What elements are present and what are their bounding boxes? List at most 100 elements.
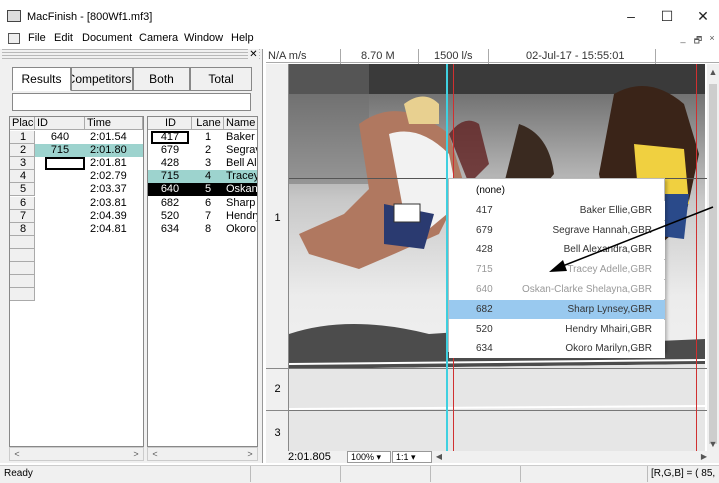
competitor-id-cell[interactable]: 428 [148, 157, 192, 171]
scroll-right-icon[interactable]: > [129, 448, 143, 460]
mdi-close-icon[interactable]: × [705, 33, 719, 45]
tab-results[interactable]: Results [12, 67, 71, 91]
lane-cell[interactable]: 6 [192, 196, 224, 210]
lane-label: 1 [274, 212, 281, 224]
place-cell: 5 [10, 183, 35, 197]
pointer-arrow [545, 205, 715, 275]
dropdown-item-id: 715 [476, 264, 493, 276]
document-icon[interactable] [8, 33, 20, 44]
id-cell[interactable]: 715 [35, 144, 85, 158]
time-cell[interactable]: 2:02.79 [85, 170, 143, 184]
menu-camera[interactable]: Camera [139, 32, 178, 44]
results-table: PlaceIDTime 16402:01.54 27152:01.80 3 2:01.8… [9, 116, 144, 447]
lane-cell[interactable]: 8 [192, 222, 224, 236]
menu-document[interactable]: Document [82, 32, 132, 44]
dropdown-item[interactable]: 634 Okoro Marilyn,GBR [449, 339, 665, 359]
lane-cell[interactable]: 2 [192, 144, 224, 158]
column-header[interactable]: ID [35, 117, 85, 130]
competitor-id-cell[interactable]: 520 [148, 209, 192, 223]
name-cell[interactable]: Hendry Mhairi,GBR [224, 209, 257, 223]
menu-edit[interactable]: Edit [54, 32, 73, 44]
column-header[interactable]: Lane [192, 117, 224, 130]
place-cell: 2 [10, 144, 35, 158]
tab-total[interactable]: Total [190, 67, 252, 91]
dropdown-item-none[interactable]: (none) [449, 181, 665, 200]
dropdown-item-name: Sharp Lynsey,GBR [567, 303, 652, 315]
time-cell[interactable]: 2:03.37 [85, 183, 143, 197]
name-cell[interactable]: Okoro Marilyn,GBR [224, 222, 257, 236]
mdi-restore-icon[interactable]: 🗗 [691, 33, 705, 45]
speed-readout: N/A m/s [268, 50, 307, 62]
time-cell[interactable]: 2:01.54 [85, 131, 143, 144]
mdi-minimize-icon[interactable]: _ [676, 33, 690, 45]
column-header[interactable]: Name [224, 117, 257, 130]
dropdown-item[interactable]: 520 Hendry Mhairi,GBR [449, 319, 665, 339]
menu-help[interactable]: Help [231, 32, 254, 44]
scroll-right-icon[interactable]: > [243, 448, 257, 460]
panel-close-icon[interactable]: ✕ [248, 49, 259, 61]
scroll-down-icon[interactable]: ▼ [707, 438, 719, 450]
minimize-button[interactable]: – [614, 3, 648, 29]
competitor-id-cell[interactable]: 640 [148, 183, 192, 197]
id-cell[interactable] [35, 196, 85, 210]
id-cell[interactable]: 640 [35, 131, 85, 144]
panel-grip[interactable] [2, 49, 260, 61]
focus-cell[interactable] [151, 131, 189, 144]
time-cell[interactable]: 2:01.81 [85, 157, 143, 171]
competitor-id-cell[interactable]: 679 [148, 144, 192, 158]
name-cell[interactable]: Baker Ellie,GBR [224, 131, 257, 144]
scroll-right-icon[interactable]: ▶ [697, 451, 711, 463]
results-hscrollbar[interactable]: < > [9, 447, 144, 461]
column-header[interactable]: Time [85, 117, 143, 130]
rgb-readout: [R,G,B] = ( 85, [651, 468, 716, 479]
tab-both[interactable]: Both [133, 67, 190, 91]
menu-window[interactable]: Window [184, 32, 223, 44]
maximize-button[interactable]: ☐ [650, 3, 684, 29]
lane-cell[interactable]: 5 [192, 183, 224, 197]
divider [430, 466, 431, 482]
close-button[interactable]: ✕ [686, 3, 719, 29]
competitor-id-cell[interactable]: 715 [148, 170, 192, 184]
competitors-hscrollbar[interactable]: < > [147, 447, 258, 461]
scroll-left-icon[interactable]: < [10, 448, 24, 460]
tab-competitors[interactable]: Competitors [71, 67, 133, 91]
place-cell: 3 [10, 157, 35, 171]
lane-cell[interactable]: 1 [192, 131, 224, 144]
dropdown-item[interactable]: 682 Sharp Lynsey,GBR [449, 299, 665, 319]
status-text: Ready [4, 468, 33, 479]
dropdown-item-id: 679 [476, 224, 493, 236]
name-cell[interactable]: Tracey Adelle,GBR [224, 170, 257, 184]
ratio-select[interactable]: 1:1 ▾ [392, 451, 432, 463]
lane-cell[interactable]: 7 [192, 209, 224, 223]
name-cell[interactable]: Oskan-Clarke Shelayna,GBR [224, 183, 257, 197]
name-cell[interactable]: Bell Alexandra,GBR [224, 157, 257, 171]
id-edit-field[interactable] [45, 157, 85, 171]
name-cell[interactable]: Sharp Lynsey,GBR [224, 196, 257, 210]
id-cell[interactable] [35, 222, 85, 236]
lane-cell[interactable]: 4 [192, 170, 224, 184]
scroll-up-icon[interactable]: ▲ [707, 66, 719, 78]
time-cell[interactable]: 2:04.39 [85, 209, 143, 223]
scroll-left-icon[interactable]: ◀ [432, 451, 446, 463]
zoom-select[interactable]: 100% ▾ [347, 451, 391, 463]
competitor-id-cell[interactable]: 634 [148, 222, 192, 236]
column-header[interactable]: Place [10, 117, 35, 130]
divider [488, 49, 489, 64]
scroll-left-icon[interactable]: < [148, 448, 162, 460]
time-cell[interactable]: 2:03.81 [85, 196, 143, 210]
lane-cell[interactable]: 3 [192, 157, 224, 171]
competitor-id-cell[interactable]: 682 [148, 196, 192, 210]
name-cell[interactable]: Segrave Hannah,GBR [224, 144, 257, 158]
time-cell[interactable]: 2:01.80 [85, 144, 143, 158]
datetime-readout: 02-Jul-17 - 15:55:01 [526, 50, 625, 62]
divider [655, 49, 656, 64]
id-cell[interactable] [35, 170, 85, 184]
time-cell[interactable]: 2:04.81 [85, 222, 143, 236]
id-cell[interactable] [35, 209, 85, 223]
menu-file[interactable]: File [28, 32, 46, 44]
divider [266, 410, 289, 411]
divider [250, 466, 251, 482]
filter-input[interactable] [12, 93, 251, 111]
column-header[interactable]: ID [148, 117, 192, 130]
id-cell[interactable] [35, 183, 85, 197]
